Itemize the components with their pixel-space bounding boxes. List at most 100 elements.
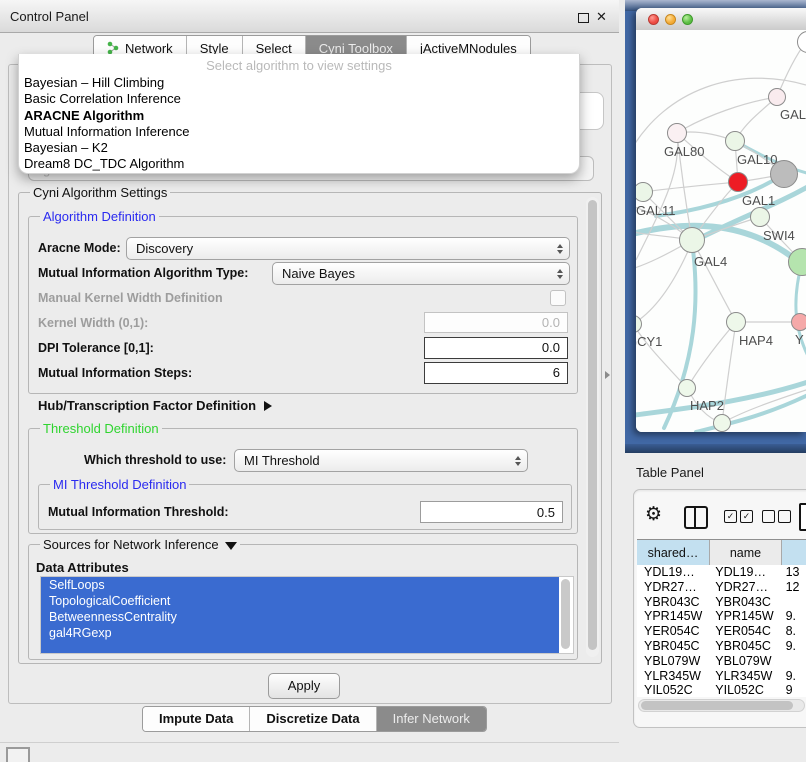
manual-kernel-width-checkbox[interactable]	[550, 290, 566, 306]
collapsed-panel-stub[interactable]	[6, 747, 30, 762]
algorithm-option[interactable]: Bayesian – Hill Climbing	[19, 75, 579, 91]
table-cell[interactable]: YPR145W	[708, 609, 778, 624]
column-layout-icon[interactable]	[684, 506, 708, 529]
network-node[interactable]	[770, 160, 798, 188]
table-cell[interactable]	[779, 654, 806, 669]
network-node-gal4[interactable]	[679, 227, 705, 253]
table-row[interactable]: YBR045CYBR045C9.	[637, 639, 806, 654]
table-row[interactable]: YBL079WYBL079W	[637, 654, 806, 669]
kernel-width-input[interactable]: 0.0	[424, 312, 568, 333]
algorithm-option[interactable]: Mutual Information Inference	[19, 124, 579, 140]
table-cell[interactable]: YIL052C	[708, 683, 778, 697]
dpi-tolerance-input[interactable]: 0.0	[424, 337, 568, 359]
table-cell[interactable]: YIL052C	[637, 683, 708, 697]
horizontal-scrollbar-thumb[interactable]	[641, 701, 793, 710]
table-cell[interactable]: YDL19…	[637, 565, 708, 580]
mi-threshold-definition-legend: MI Threshold Definition	[50, 478, 189, 491]
data-attributes-list[interactable]: SelfLoopsTopologicalCoefficientBetweenne…	[40, 576, 574, 654]
table-row[interactable]: YER054CYER054C8.	[637, 624, 806, 639]
table-row[interactable]: YDR27…YDR27…12	[637, 580, 806, 595]
table-cell[interactable]: YBR045C	[637, 639, 708, 654]
list-scrollbar-thumb[interactable]	[561, 579, 570, 649]
table-cell[interactable]: YPR145W	[637, 609, 708, 624]
float-window-icon[interactable]	[578, 13, 589, 23]
network-node-gal[interactable]	[768, 88, 786, 106]
mi-algorithm-type-select[interactable]: Naive Bayes	[272, 262, 570, 285]
settings-scrollbar-thumb[interactable]	[588, 200, 597, 650]
table-cell[interactable]	[779, 595, 806, 610]
table-cell[interactable]: 9	[779, 683, 806, 697]
network-node-swi4[interactable]	[750, 207, 770, 227]
table-cell[interactable]: YBL079W	[637, 654, 708, 669]
column-header-name[interactable]: name	[710, 540, 782, 565]
which-threshold-select[interactable]: MI Threshold	[234, 449, 528, 472]
tab-infer-network[interactable]: Infer Network	[376, 707, 486, 731]
algorithm-option[interactable]: Bayesian – K2	[19, 140, 579, 156]
table-cell[interactable]: YER054C	[637, 624, 708, 639]
table-body[interactable]: YDL19…YDL19…13YDR27…YDR27…12YBR043CYBR04…	[637, 565, 806, 697]
table-cell[interactable]: YLR345W	[708, 669, 778, 684]
table-row[interactable]: YDL19…YDL19…13	[637, 565, 806, 580]
table-cell[interactable]: YLR345W	[637, 669, 708, 684]
network-node-hap4[interactable]	[726, 312, 746, 332]
table-cell[interactable]: YBR045C	[708, 639, 778, 654]
network-canvas[interactable]: GALGAL80GAL10GAL1GAL11SWI4GAL4GCY1HAP4YH…	[636, 30, 806, 432]
table-cell[interactable]: YDL19…	[708, 565, 778, 580]
table-cell[interactable]: 12	[779, 580, 806, 595]
attribute-list-item[interactable]: BetweennessCentrality	[41, 609, 573, 625]
tab-discretize-data[interactable]: Discretize Data	[249, 707, 375, 731]
network-node-gal1[interactable]	[728, 172, 748, 192]
table-cell[interactable]: 8.	[779, 624, 806, 639]
minimize-window-icon[interactable]	[665, 14, 676, 25]
table-cell[interactable]: 9.	[779, 669, 806, 684]
table-cell[interactable]: YBL079W	[708, 654, 778, 669]
algorithm-option[interactable]: Basic Correlation Inference	[19, 91, 579, 107]
table-cell[interactable]: YER054C	[708, 624, 778, 639]
gear-icon[interactable]: ⚙	[645, 503, 662, 525]
attribute-list-item[interactable]: SelfLoops	[41, 577, 573, 593]
table-cell[interactable]: YDR27…	[708, 580, 778, 595]
table-cell[interactable]: YBR043C	[708, 595, 778, 610]
table-row[interactable]: YBR043CYBR043C	[637, 595, 806, 610]
network-node-gal80[interactable]	[667, 123, 687, 143]
node-label: HAP4	[739, 333, 773, 348]
document-icon[interactable]	[799, 503, 806, 531]
checked-checkbox-icon[interactable]: ✓	[740, 510, 753, 523]
network-node-gal10[interactable]	[725, 131, 745, 151]
mi-threshold-input[interactable]: 0.5	[420, 501, 563, 523]
zoom-window-icon[interactable]	[682, 14, 693, 25]
algorithm-option[interactable]: Dream8 DC_TDC Algorithm	[19, 156, 579, 172]
table-row[interactable]: YPR145WYPR145W9.	[637, 609, 806, 624]
node-label: GCY1	[636, 334, 662, 349]
network-window-titlebar[interactable]	[636, 8, 806, 31]
table-cell[interactable]: YBR043C	[637, 595, 708, 610]
table-cell[interactable]: YDR27…	[637, 580, 708, 595]
attribute-list-item[interactable]: TopologicalCoefficient	[41, 593, 573, 609]
splitter-collapse-icon[interactable]	[605, 371, 610, 379]
close-window-icon[interactable]	[648, 14, 659, 25]
mi-steps-input[interactable]: 6	[424, 362, 568, 384]
collapsed-arrow-icon	[264, 401, 272, 411]
unchecked-checkbox-icon[interactable]	[762, 510, 775, 523]
control-panel-title: Control Panel	[10, 9, 89, 24]
table-row[interactable]: YLR345WYLR345W9.	[637, 669, 806, 684]
checked-checkbox-icon[interactable]: ✓	[724, 510, 737, 523]
hub-definition-toggle[interactable]: Hub/Transcription Factor Definition	[38, 398, 272, 413]
table-row[interactable]: YIL052CYIL052C9	[637, 683, 806, 697]
table-cell[interactable]: 13	[779, 565, 806, 580]
network-node-hap2[interactable]	[678, 379, 696, 397]
tab-impute-data[interactable]: Impute Data	[143, 707, 249, 731]
table-cell[interactable]: 9.	[779, 639, 806, 654]
column-header-partial[interactable]	[782, 540, 806, 565]
sources-legend[interactable]: Sources for Network Inference	[40, 538, 240, 551]
close-window-icon[interactable]: ✕	[596, 9, 607, 25]
aracne-mode-select[interactable]: Discovery	[126, 237, 570, 260]
network-node-y[interactable]	[791, 313, 806, 331]
attribute-list-item[interactable]: gal4RGexp	[41, 625, 573, 641]
unchecked-checkbox-icon[interactable]	[778, 510, 791, 523]
algorithm-option[interactable]: ARACNE Algorithm	[19, 108, 579, 124]
table-cell[interactable]: 9.	[779, 609, 806, 624]
column-header-shared-name[interactable]: shared…	[637, 540, 710, 565]
apply-button[interactable]: Apply	[268, 673, 340, 699]
network-node[interactable]	[713, 414, 731, 432]
